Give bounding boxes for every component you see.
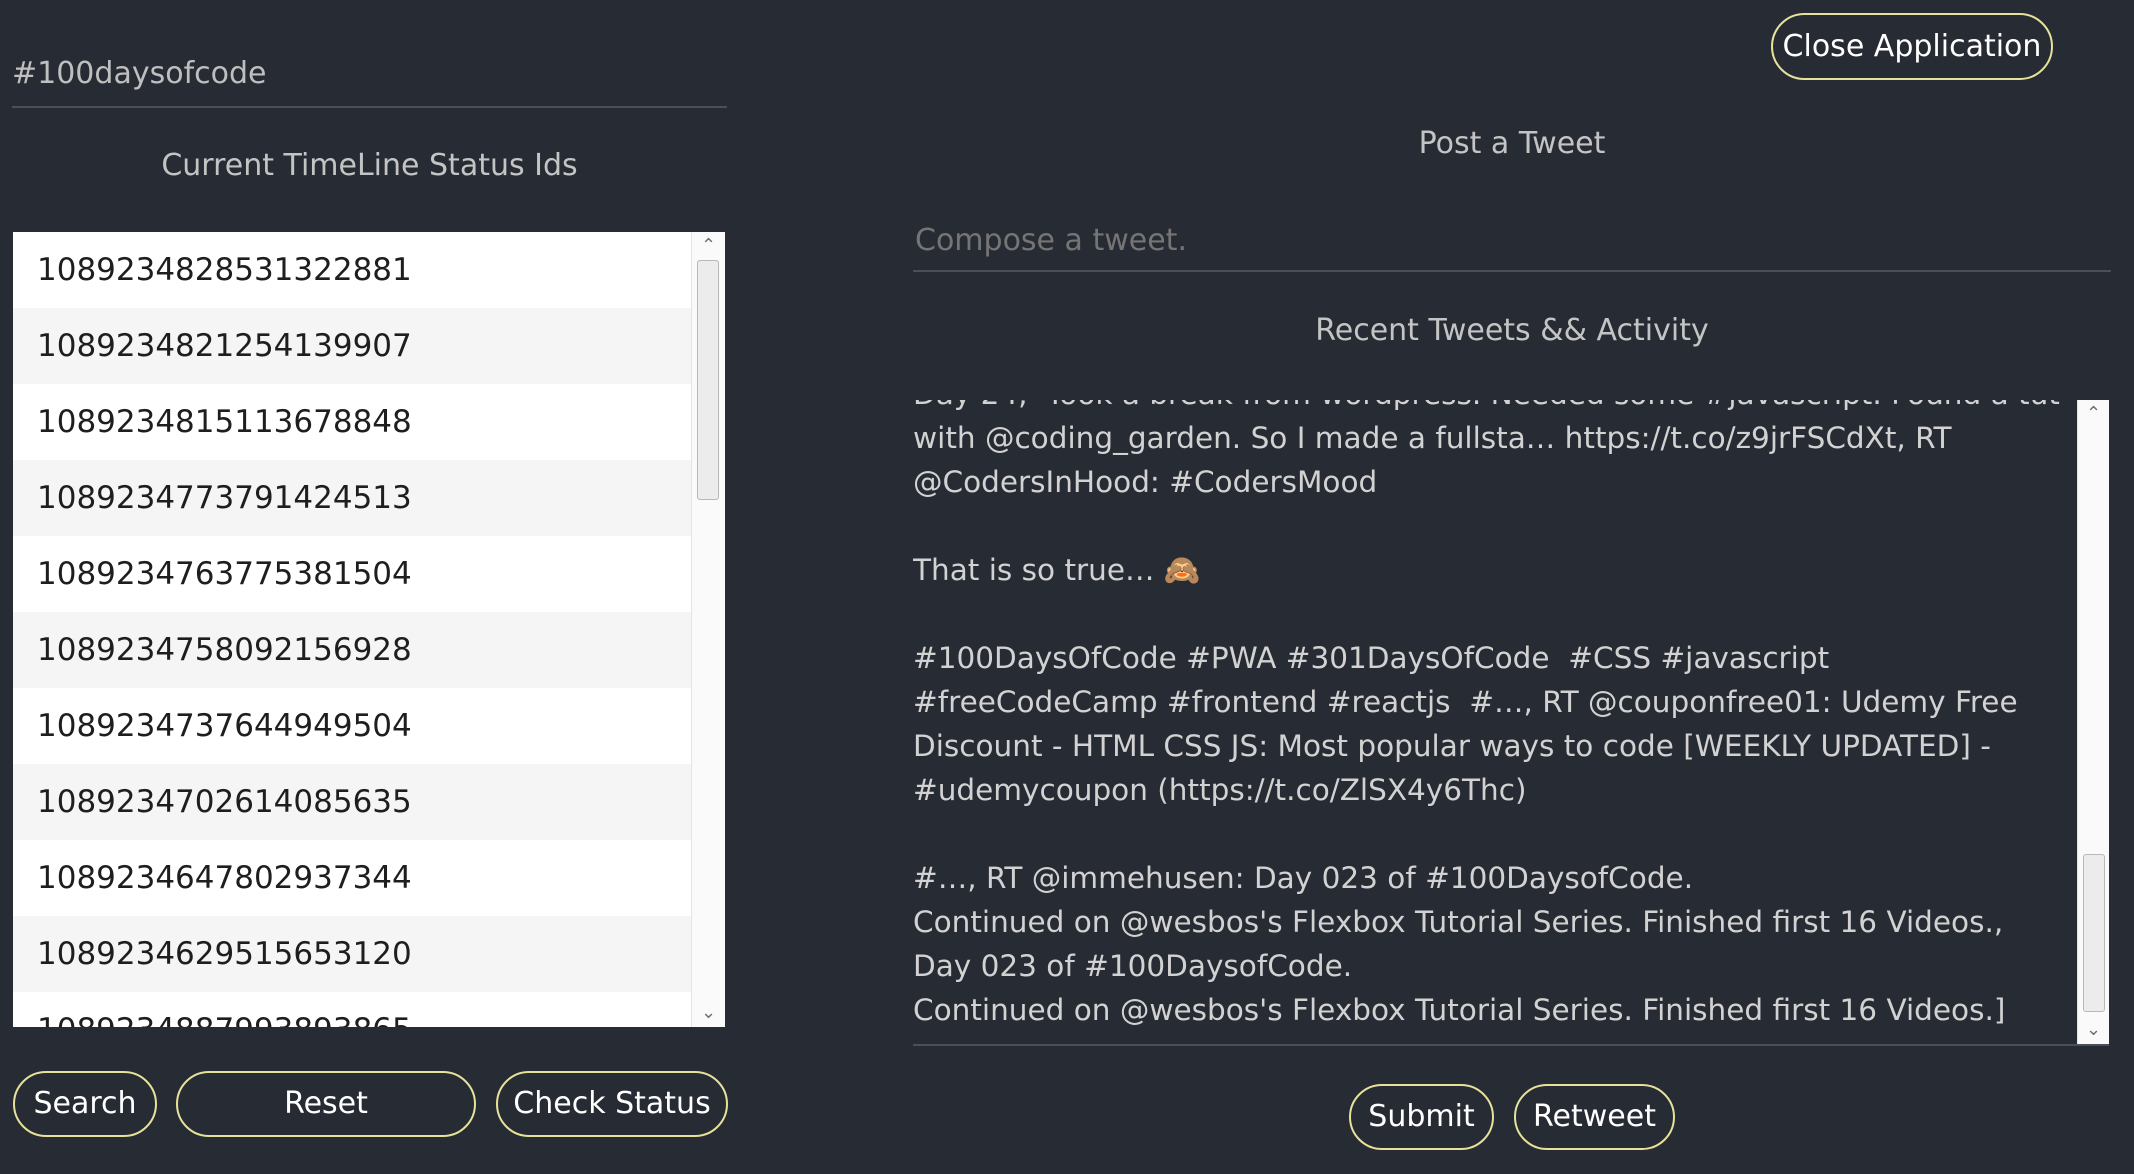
timeline-heading: Current TimeLine Status Ids: [161, 148, 578, 183]
search-input[interactable]: [12, 40, 727, 108]
status-id-row[interactable]: 1089234647802937344: [13, 840, 691, 916]
status-id-row[interactable]: 1089234758092156928: [13, 612, 691, 688]
status-id-row[interactable]: 1089234815113678848: [13, 384, 691, 460]
recent-activity-textarea[interactable]: Day 24, Took a break from wordpress. Nee…: [913, 400, 2109, 1046]
recent-activity-title: Recent Tweets && Activity: [1315, 313, 1709, 348]
chevron-down-icon[interactable]: ⌄: [2078, 1016, 2109, 1044]
status-id-list[interactable]: 1089234828531322881 1089234821254139907 10…: [13, 232, 725, 1027]
close-application-button[interactable]: Close Application: [1771, 13, 2053, 80]
status-id-row[interactable]: 1089234702614085635: [13, 764, 691, 840]
status-id-row[interactable]: 1089234629515653120: [13, 916, 691, 992]
status-id-row[interactable]: 1089234828531322881: [13, 232, 691, 308]
status-id-rows: 1089234828531322881 1089234821254139907 10…: [13, 232, 691, 1027]
search-button[interactable]: Search: [13, 1071, 157, 1137]
scrollbar-thumb[interactable]: [697, 260, 719, 500]
status-id-row[interactable]: 1089234773791424513: [13, 460, 691, 536]
chevron-down-icon[interactable]: ⌄: [692, 999, 725, 1027]
chevron-up-icon[interactable]: ⌃: [692, 232, 725, 260]
submit-button[interactable]: Submit: [1349, 1084, 1494, 1150]
scrollbar-thumb[interactable]: [2083, 854, 2105, 1012]
reset-button[interactable]: Reset: [176, 1071, 476, 1137]
post-tweet-title: Post a Tweet: [1418, 126, 1606, 161]
status-id-row[interactable]: 1089234887993893865: [13, 992, 691, 1027]
chevron-up-icon[interactable]: ⌃: [2078, 400, 2109, 428]
retweet-button[interactable]: Retweet: [1514, 1084, 1675, 1150]
app-window: Current TimeLine Status Ids 108923482853…: [0, 0, 2134, 1174]
recent-activity-content: Day 24, Took a break from wordpress. Nee…: [913, 400, 2060, 1027]
status-id-row[interactable]: 1089234737644949504: [13, 688, 691, 764]
status-id-row[interactable]: 1089234763775381504: [13, 536, 691, 612]
compose-tweet-input[interactable]: [913, 210, 2111, 272]
check-status-button[interactable]: Check Status: [496, 1071, 728, 1137]
status-id-scrollbar[interactable]: ⌃ ⌄: [691, 232, 725, 1027]
activity-scrollbar[interactable]: ⌃ ⌄: [2077, 400, 2109, 1044]
status-id-row[interactable]: 1089234821254139907: [13, 308, 691, 384]
